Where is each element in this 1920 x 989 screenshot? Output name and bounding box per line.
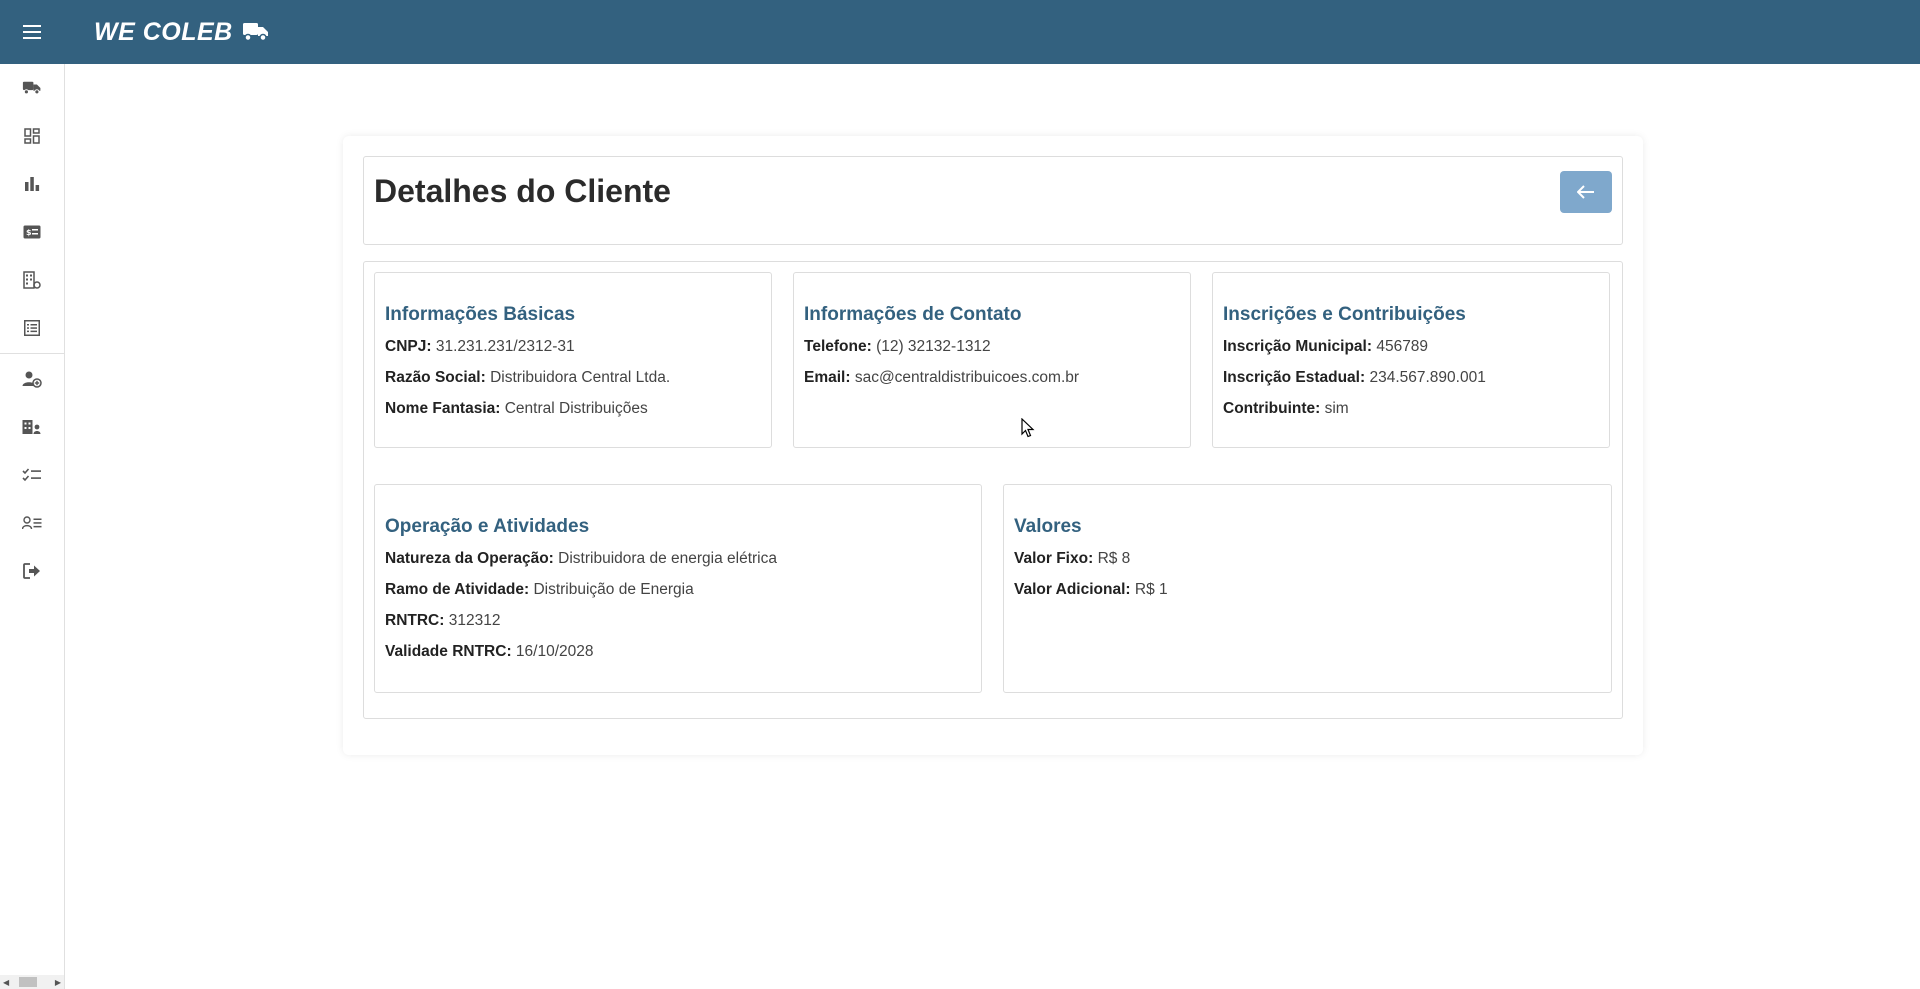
valor-fixo-row: Valor Fixo: R$ 8 — [1014, 550, 1601, 568]
logout-icon — [23, 563, 40, 579]
field-label: Razão Social: — [385, 369, 486, 386]
user-add-icon — [22, 371, 42, 388]
building-user-icon — [22, 420, 41, 434]
field-label: Validade RNTRC: — [385, 643, 512, 660]
field-value: Central Distribuições — [504, 400, 648, 417]
page-title: Detalhes do Cliente — [374, 173, 671, 209]
field-label: Telefone: — [804, 338, 872, 355]
sidebar-item-list[interactable] — [0, 304, 64, 352]
field-value: 31.231.231/2312-31 — [435, 338, 575, 355]
telefone-row: Telefone: (12) 32132-1312 — [804, 338, 1180, 356]
page-header: Detalhes do Cliente — [363, 156, 1623, 245]
field-label: CNPJ: — [385, 338, 432, 355]
ramo-atividade-row: Ramo de Atividade: Distribuição de Energ… — [385, 581, 971, 599]
razao-social-row: Razão Social: Distribuidora Central Ltda… — [385, 369, 761, 387]
truck-icon — [242, 22, 269, 42]
sidebar-item-clients[interactable] — [0, 403, 64, 451]
truck-icon — [22, 81, 41, 95]
sidebar-item-tasks[interactable] — [0, 451, 64, 499]
card-title: Valores — [1014, 516, 1082, 537]
sidebar-item-fleet[interactable] — [0, 64, 64, 112]
valor-adicional-row: Valor Adicional: R$ 1 — [1014, 581, 1601, 599]
list-icon — [24, 320, 40, 336]
top-app-bar: WE COLEB — [0, 0, 1920, 64]
card-title: Informações de Contato — [804, 304, 1022, 325]
field-value: R$ 1 — [1134, 581, 1168, 598]
validade-rntrc-row: Validade RNTRC: 16/10/2028 — [385, 643, 971, 661]
card-title: Informações Básicas — [385, 304, 576, 325]
inscricao-estadual-row: Inscrição Estadual: 234.567.890.001 — [1223, 369, 1599, 387]
field-value: 16/10/2028 — [515, 643, 594, 660]
field-label: Email: — [804, 369, 851, 386]
sidebar-item-add-user[interactable] — [0, 355, 64, 403]
card-title: Inscrições e Contribuições — [1223, 304, 1466, 325]
menu-toggle-button[interactable] — [0, 0, 64, 64]
bar-chart-icon — [25, 177, 40, 191]
contribuinte-row: Contribuinte: sim — [1223, 400, 1599, 418]
field-label: Natureza da Operação: — [385, 550, 554, 567]
card-title: Operação e Atividades — [385, 516, 590, 537]
field-value: sac@centraldistribuicoes.com.br — [854, 369, 1080, 386]
sidebar-horizontal-scrollbar[interactable]: ◀ ▶ — [0, 975, 64, 989]
field-value: sim — [1324, 400, 1349, 417]
sidebar-item-dashboard[interactable] — [0, 112, 64, 160]
back-button[interactable] — [1560, 171, 1612, 213]
field-value: Distribuição de Energia — [533, 581, 694, 598]
field-value: 234.567.890.001 — [1369, 369, 1486, 386]
registrations-card: Inscrições e Contribuições Inscrição Mun… — [1212, 272, 1610, 448]
values-card: Valores Valor Fixo: R$ 8 Valor Adicional… — [1003, 484, 1612, 693]
sidebar-item-reports[interactable] — [0, 160, 64, 208]
building-settings-icon — [23, 271, 41, 289]
sidebar-item-logout[interactable] — [0, 547, 64, 595]
checklist-icon — [22, 468, 41, 482]
field-value: Distribuidora Central Ltda. — [490, 369, 671, 386]
sidebar-divider — [0, 353, 64, 354]
sidebar-item-finance[interactable]: $ — [0, 208, 64, 256]
sidebar-item-users[interactable] — [0, 499, 64, 547]
hamburger-menu-icon — [23, 25, 41, 39]
user-list-icon — [22, 516, 42, 530]
field-label: Valor Adicional: — [1014, 581, 1131, 598]
field-value: 456789 — [1376, 338, 1429, 355]
inscricao-municipal-row: Inscrição Municipal: 456789 — [1223, 338, 1599, 356]
sidebar-nav: $ ◀ ▶ — [0, 64, 65, 989]
field-label: Contribuinte: — [1223, 400, 1321, 417]
field-label: Inscrição Municipal: — [1223, 338, 1373, 355]
mouse-cursor-icon — [1021, 418, 1035, 438]
cnpj-row: CNPJ: 31.231.231/2312-31 — [385, 338, 761, 356]
field-value: Distribuidora de energia elétrica — [558, 550, 777, 567]
money-card-icon: $ — [23, 225, 41, 239]
client-details-panel: Detalhes do Cliente Informações Básicas … — [343, 136, 1643, 755]
brand-name: WE COLEB — [94, 17, 233, 46]
field-label: Valor Fixo: — [1014, 550, 1094, 567]
field-label: Nome Fantasia: — [385, 400, 501, 417]
field-value: R$ 8 — [1097, 550, 1131, 567]
rntrc-row: RNTRC: 312312 — [385, 612, 971, 630]
field-label: Inscrição Estadual: — [1223, 369, 1366, 386]
operation-card: Operação e Atividades Natureza da Operaç… — [374, 484, 982, 693]
scroll-left-icon[interactable]: ◀ — [3, 978, 9, 987]
scrollbar-thumb[interactable] — [19, 977, 38, 987]
arrow-left-icon — [1577, 185, 1594, 199]
field-value: (12) 32132-1312 — [876, 338, 991, 355]
field-value: 312312 — [448, 612, 501, 629]
natureza-operacao-row: Natureza da Operação: Distribuidora de e… — [385, 550, 971, 568]
nome-fantasia-row: Nome Fantasia: Central Distribuições — [385, 400, 761, 418]
contact-info-card: Informações de Contato Telefone: (12) 32… — [793, 272, 1191, 448]
details-content: Informações Básicas CNPJ: 31.231.231/231… — [363, 261, 1623, 719]
svg-text:$: $ — [26, 228, 32, 237]
basic-info-card: Informações Básicas CNPJ: 31.231.231/231… — [374, 272, 772, 448]
brand-logo[interactable]: WE COLEB — [94, 18, 269, 47]
field-label: Ramo de Atividade: — [385, 581, 530, 598]
scroll-right-icon[interactable]: ▶ — [55, 978, 61, 987]
sidebar-item-companies[interactable] — [0, 256, 64, 304]
email-row: Email: sac@centraldistribuicoes.com.br — [804, 369, 1180, 387]
dashboard-icon — [24, 128, 40, 144]
field-label: RNTRC: — [385, 612, 445, 629]
